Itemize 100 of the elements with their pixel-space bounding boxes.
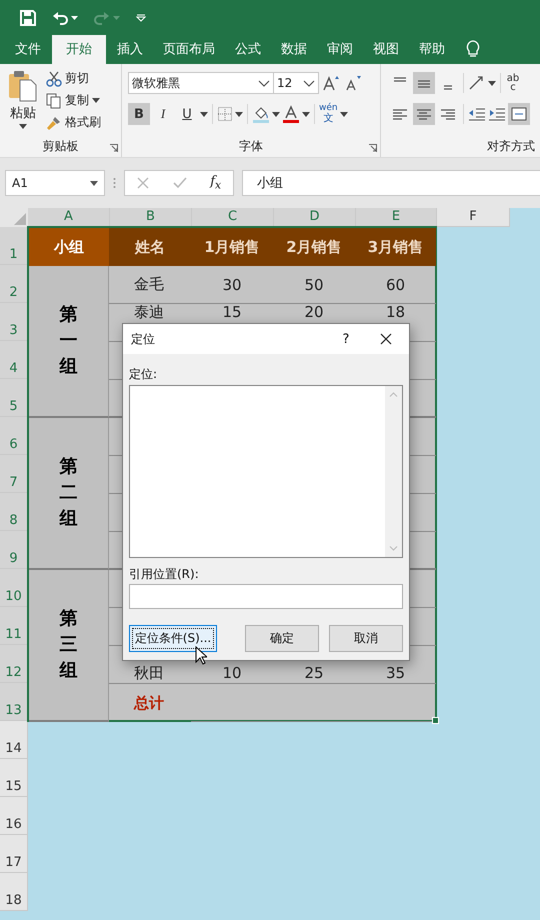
dialog-launcher-icon[interactable]: [369, 144, 377, 152]
caret-icon[interactable]: [200, 112, 208, 116]
caret-icon[interactable]: [19, 124, 27, 129]
increase-indent-icon[interactable]: [488, 106, 506, 122]
wrap-text-button[interactable]: ab c: [505, 74, 521, 92]
column-header[interactable]: B: [110, 208, 192, 227]
header-cell: 姓名: [109, 228, 191, 266]
scissors-icon: [46, 70, 62, 86]
total-label: 总计: [132, 692, 165, 714]
ribbon-tab[interactable]: 开始: [52, 35, 106, 64]
caret-icon[interactable]: [258, 80, 270, 86]
format-painter-button[interactable]: 格式刷: [46, 114, 101, 131]
row-header[interactable]: 3: [0, 303, 28, 341]
grow-font-icon[interactable]: [323, 75, 341, 91]
column-header[interactable]: F: [437, 208, 510, 227]
row-header[interactable]: 12: [0, 645, 28, 683]
column-header[interactable]: D: [274, 208, 356, 227]
column-header[interactable]: C: [192, 208, 274, 227]
cut-button[interactable]: 剪切: [46, 70, 101, 87]
row-header[interactable]: 4: [0, 341, 28, 379]
table-cell: 50: [273, 266, 355, 304]
caret-icon[interactable]: [340, 112, 348, 116]
table-cell: 金毛: [109, 266, 191, 304]
caret-icon[interactable]: [302, 112, 310, 116]
caret-icon[interactable]: [235, 112, 243, 116]
row-header[interactable]: 6: [0, 417, 28, 455]
close-icon[interactable]: [380, 333, 392, 345]
check-icon[interactable]: [172, 177, 187, 189]
row-header[interactable]: 1: [0, 227, 28, 265]
customize-icon[interactable]: [136, 14, 146, 22]
ribbon-tab[interactable]: 视图: [364, 35, 408, 64]
header-cell: 1月销售: [191, 228, 273, 266]
shrink-font-icon[interactable]: [345, 75, 363, 91]
dialog-button[interactable]: 确定: [245, 625, 319, 652]
row-header[interactable]: 7: [0, 455, 28, 493]
ribbon-tab[interactable]: 审阅: [318, 35, 362, 64]
italic-button[interactable]: I: [152, 103, 174, 125]
row-header[interactable]: 14: [0, 721, 28, 759]
row-header[interactable]: 5: [0, 379, 28, 417]
grip-icon: [113, 177, 116, 189]
decrease-indent-icon[interactable]: [468, 106, 486, 122]
font-size-field[interactable]: 12: [273, 72, 319, 94]
ribbon-tab[interactable]: 页面布局: [154, 35, 224, 64]
bold-button[interactable]: B: [128, 103, 150, 125]
caret-icon[interactable]: [303, 80, 315, 86]
merge-center-button[interactable]: [508, 103, 530, 125]
group-label: 对齐方式: [486, 138, 536, 155]
row-header[interactable]: 8: [0, 493, 28, 531]
reference-field[interactable]: [129, 584, 403, 609]
table-cell: 30: [191, 266, 273, 304]
caret-icon[interactable]: [488, 80, 496, 86]
fill-color-icon[interactable]: [252, 105, 270, 123]
column-header[interactable]: A: [28, 208, 110, 227]
align-lines-icon: [418, 80, 430, 88]
undo-icon[interactable]: [52, 10, 68, 24]
row-header[interactable]: 11: [0, 607, 28, 645]
row-header[interactable]: 17: [0, 835, 28, 873]
ribbon-tab[interactable]: 公式: [226, 35, 270, 64]
dialog-launcher-icon[interactable]: [110, 144, 118, 152]
row-header[interactable]: 16: [0, 797, 28, 835]
phonetic-button[interactable]: wén 文: [319, 104, 338, 124]
align-center-button[interactable]: [413, 103, 435, 125]
column-header[interactable]: E: [356, 208, 437, 227]
font-name-field[interactable]: 微软雅黑: [128, 72, 274, 94]
lightbulb-icon[interactable]: [466, 40, 480, 58]
field-label: 定位:: [129, 366, 158, 383]
dialog-button[interactable]: 取消: [329, 625, 403, 652]
align-middle-button[interactable]: [413, 72, 435, 94]
ribbon-tab[interactable]: 插入: [108, 35, 152, 64]
underline-button[interactable]: U: [176, 103, 198, 125]
caret-icon[interactable]: [92, 98, 100, 103]
insert-function-button[interactable]: f$_{x}$: [210, 174, 222, 192]
paintbrush-icon: [46, 114, 62, 130]
field-label: 引用位置(R):: [129, 566, 200, 583]
paste-button[interactable]: 粘贴: [6, 70, 40, 137]
row-header[interactable]: 13: [0, 683, 28, 721]
fill-handle[interactable]: [432, 717, 439, 724]
ribbon-tab[interactable]: 帮助: [410, 35, 454, 64]
copy-button[interactable]: 复制: [46, 92, 101, 109]
ribbon-tab[interactable]: 文件: [6, 35, 50, 64]
group-label: 字体: [238, 138, 264, 155]
group-cell: 第一组: [29, 266, 109, 418]
group-cell: 第三组: [29, 570, 109, 722]
dialog-button[interactable]: 定位条件(S)...: [129, 625, 217, 652]
font-color-icon[interactable]: [282, 105, 300, 123]
caret-icon[interactable]: [90, 180, 98, 186]
name-box[interactable]: A1: [5, 170, 105, 196]
align-lines-icon: [393, 109, 407, 120]
save-icon[interactable]: [20, 10, 36, 26]
ribbon-tab[interactable]: 数据: [272, 35, 316, 64]
caret-icon[interactable]: [272, 112, 280, 116]
row-header[interactable]: 2: [0, 265, 28, 303]
caret-icon[interactable]: [71, 16, 78, 20]
row-header[interactable]: 10: [0, 569, 28, 607]
row-header[interactable]: 18: [0, 873, 28, 911]
formula-field[interactable]: 小组: [242, 170, 540, 196]
row-header[interactable]: 15: [0, 759, 28, 797]
table-cell: 60: [355, 266, 436, 304]
row-header[interactable]: 9: [0, 531, 28, 569]
align-lines-icon: [441, 109, 455, 120]
